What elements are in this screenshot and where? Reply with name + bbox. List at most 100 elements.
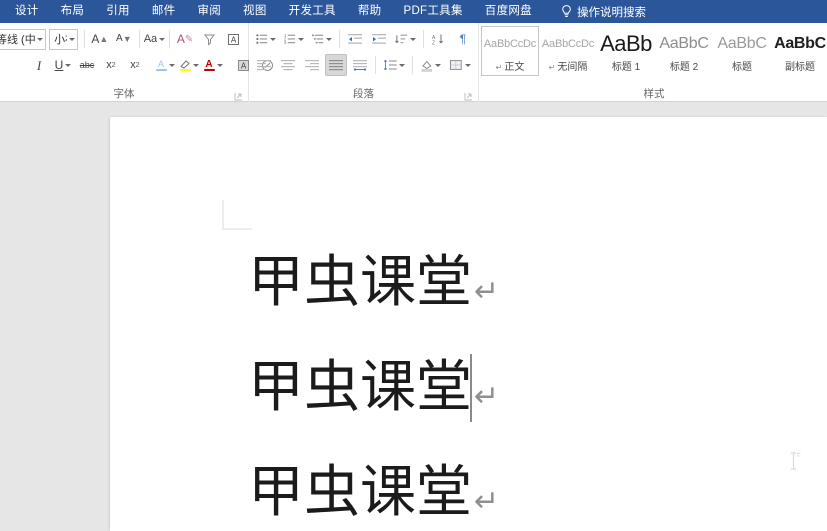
font-size-value: 小初 — [54, 34, 67, 46]
tell-me-label: 操作说明搜索 — [576, 6, 646, 19]
shading-button[interactable] — [417, 54, 445, 76]
tab-review[interactable]: 审阅 — [186, 0, 232, 23]
font-group: 等线 (中文正文) 小初 A▲ A▼ — [0, 23, 273, 102]
styles-group: AaBbCcDc ↵ 正文 AaBbCcDc ↵ 无间隔 AaBb 标题 1 A… — [479, 23, 827, 102]
line-text: 甲虫课堂 — [248, 460, 472, 525]
style-item-heading-1[interactable]: AaBb 标题 1 — [597, 26, 655, 76]
tab-view[interactable]: 视图 — [232, 0, 278, 23]
document-page[interactable]: 甲虫课堂 ↵ 甲虫课堂 ↵ 甲虫课堂 ↵ 甲虫课堂 — [110, 117, 827, 531]
font-name-combo[interactable]: 等线 (中文正文) — [0, 28, 47, 50]
numbered-list-button[interactable]: 1 2 3 — [281, 28, 307, 50]
divider — [411, 56, 413, 74]
font-color-button[interactable]: A — [202, 54, 224, 76]
paragraph-mark-icon: ↵ — [548, 63, 556, 72]
document-line[interactable]: 甲虫课堂 ↵ — [248, 445, 827, 531]
divider — [375, 56, 376, 74]
distribute-button[interactable] — [349, 54, 371, 76]
style-label: 标题 2 — [669, 62, 699, 73]
style-preview: AaBb — [600, 30, 652, 56]
style-preview: AaBbCcDc — [541, 37, 595, 50]
underline-button[interactable]: U — [52, 54, 74, 76]
text-highlight-color-button[interactable] — [178, 54, 200, 76]
decrease-indent-button[interactable] — [344, 28, 366, 50]
multilevel-list-button[interactable] — [309, 28, 335, 50]
tab-developer[interactable]: 开发工具 — [278, 0, 347, 23]
increase-indent-button[interactable] — [368, 28, 390, 50]
font-group-label-row: 字体 — [0, 87, 248, 102]
document-canvas: 甲虫课堂 ↵ 甲虫课堂 ↵ 甲虫课堂 ↵ 甲虫课堂 — [0, 102, 827, 531]
tab-mailings[interactable]: 邮件 — [141, 0, 187, 23]
tab-design[interactable]: 设计 — [4, 0, 50, 23]
style-item-body[interactable]: AaBbCcDc ↵ 正文 — [481, 26, 539, 76]
character-border-button[interactable]: A — [222, 28, 244, 50]
divider — [84, 30, 85, 48]
strikethrough-button[interactable]: abc — [76, 54, 98, 76]
justify-button[interactable] — [325, 54, 347, 76]
ribbon: 等线 (中文正文) 小初 A▲ A▼ — [0, 23, 827, 102]
style-preview: AaBbC — [717, 34, 767, 52]
sort-ascending-button[interactable]: A Z — [428, 28, 450, 50]
paragraph-mark-icon: ↵ — [474, 484, 500, 519]
text-caret — [470, 354, 472, 422]
font-group-label: 字体 — [113, 88, 135, 100]
svg-text:A: A — [240, 61, 246, 70]
style-label: ↵ 正文 — [495, 62, 525, 73]
tab-help[interactable]: 帮助 — [347, 0, 393, 23]
paragraph-group: 1 2 3 A Z ¶ 段落 — [249, 23, 479, 102]
paragraph-group-label-row: 段落 — [249, 87, 478, 102]
style-item-subtitle[interactable]: AaBbC 副标题 — [771, 26, 827, 76]
document-text-body[interactable]: 甲虫课堂 ↵ 甲虫课堂 ↵ 甲虫课堂 ↵ 甲虫课堂 — [248, 235, 827, 531]
document-line[interactable]: 甲虫课堂 ↵ — [248, 235, 827, 340]
style-item-no-spacing[interactable]: AaBbCcDc ↵ 无间隔 — [539, 26, 597, 76]
font-name-value: 等线 (中文正文) — [0, 34, 36, 46]
paragraph-row-1: 1 2 3 A Z ¶ — [249, 26, 478, 52]
grow-font-button[interactable]: A ▲ — [89, 28, 111, 50]
style-preview: AaBbC — [774, 34, 826, 52]
font-dialog-launcher[interactable] — [234, 91, 243, 101]
style-preview: AaBbCcDc — [483, 37, 537, 50]
text-shading-button[interactable]: A — [154, 54, 176, 76]
style-preview: AaBbC — [659, 34, 709, 52]
style-item-heading-2[interactable]: AaBbC 标题 2 — [655, 26, 713, 76]
divider — [169, 30, 171, 48]
styles-group-label-row: 样式 — [479, 87, 827, 102]
mouse-cursor-ibeam — [789, 452, 801, 472]
bold-button[interactable] — [4, 54, 26, 76]
font-size-combo[interactable]: 小初 — [49, 28, 79, 50]
lightbulb-icon — [561, 5, 572, 18]
bullet-list-button[interactable] — [253, 28, 279, 50]
chevron-down-icon — [69, 37, 76, 41]
superscript-button[interactable]: x2 — [124, 54, 146, 76]
align-left-button[interactable] — [253, 54, 275, 76]
svg-text:3: 3 — [284, 40, 287, 45]
italic-button[interactable]: I — [28, 54, 50, 76]
font-row-1: 等线 (中文正文) 小初 A▲ A▼ — [0, 26, 248, 52]
line-spacing-button[interactable] — [380, 54, 408, 76]
tab-pdf-tools[interactable]: PDF工具集 — [392, 0, 473, 23]
paragraph-dialog-launcher[interactable] — [464, 91, 473, 101]
line-text: 甲虫课堂 — [248, 355, 472, 420]
divider — [423, 30, 424, 48]
svg-text:A: A — [230, 35, 236, 44]
tab-references[interactable]: 引用 — [95, 0, 141, 23]
subscript-button[interactable]: x2 — [100, 54, 122, 76]
align-right-button[interactable] — [301, 54, 323, 76]
paragraph-row-2 — [249, 52, 478, 78]
tell-me-search[interactable]: 操作说明搜索 — [553, 1, 654, 23]
document-line[interactable]: 甲虫课堂 ↵ — [248, 340, 827, 445]
borders-button[interactable] — [446, 54, 474, 76]
text-effects-button[interactable]: A ✎ — [174, 28, 196, 50]
change-case-button[interactable]: Aa — [143, 28, 166, 50]
text-highlight-button[interactable] — [198, 28, 220, 50]
show-formatting-marks-button[interactable]: ¶ — [452, 28, 474, 50]
paragraph-mark-icon: ↵ — [495, 63, 503, 72]
tab-layout[interactable]: 布局 — [50, 0, 96, 23]
shrink-font-button[interactable]: A ▼ — [113, 28, 135, 50]
divider — [138, 30, 140, 48]
style-item-title[interactable]: AaBbC 标题 — [713, 26, 771, 76]
chevron-down-icon — [37, 37, 44, 41]
tab-baidu-netdisk[interactable]: 百度网盘 — [474, 0, 543, 23]
align-center-button[interactable] — [277, 54, 299, 76]
sort-button[interactable] — [392, 28, 419, 50]
line-text: 甲虫课堂 — [248, 250, 472, 315]
